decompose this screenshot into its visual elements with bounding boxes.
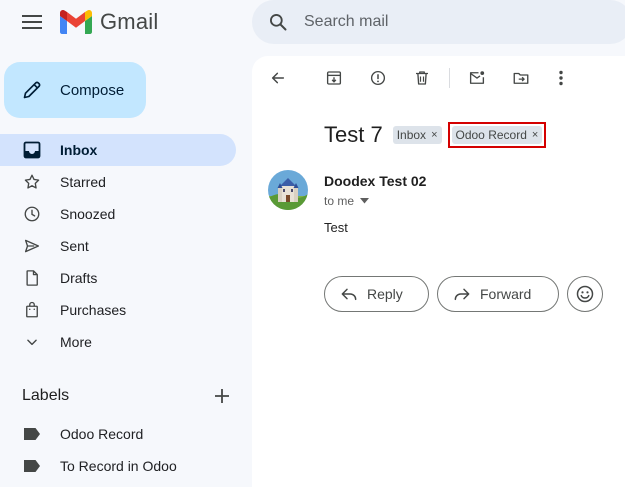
move-to-button[interactable] [509,66,533,90]
smiley-icon [576,285,594,303]
email-view: Test 7 Inbox × Odoo Record × Doodex Test… [252,56,625,487]
recipient-details-toggle[interactable]: to me [324,194,370,208]
remove-label-button[interactable]: × [532,129,538,141]
trash-icon [416,71,428,85]
sidebar-label-odoo-record[interactable]: Odoo Record [0,418,236,450]
reply-actions: Reply Forward [324,276,603,312]
delete-button[interactable] [410,66,434,90]
draft-icon [22,268,42,288]
sidebar-item-label: Purchases [60,302,127,318]
subject-row: Test 7 Inbox × Odoo Record × [324,122,547,148]
email-body: Test [324,220,348,235]
mark-unread-button[interactable] [465,66,489,90]
sender-avatar[interactable] [268,170,308,210]
sidebar-label-text: To Record in Odoo [60,458,177,474]
hamburger-menu-icon [22,15,42,29]
label-icon [22,424,42,444]
forward-icon [454,288,470,301]
plus-icon [215,389,229,403]
sidebar-item-label: Drafts [60,270,98,286]
more-options-button[interactable] [549,66,573,90]
archive-icon [326,71,342,85]
caret-down-icon [360,198,370,204]
app-name: Gmail [100,9,159,34]
highlight-box: Odoo Record × [447,122,547,148]
forward-button[interactable]: Forward [437,276,559,312]
label-chip-inbox: Inbox × [392,126,442,144]
more-vert-icon [559,70,563,86]
mark-unread-icon [469,71,485,84]
email-toolbar [266,66,573,90]
sidebar-label-to-record-in-odoo[interactable]: To Record in Odoo [0,450,236,482]
labels-list: Odoo Record To Record in Odoo [0,418,236,482]
archive-button[interactable] [322,66,346,90]
sidebar-item-label: More [60,334,92,350]
sidebar-item-label: Starred [60,174,106,190]
forward-label: Forward [480,286,532,302]
compose-label: Compose [60,81,125,99]
reply-icon [341,288,357,301]
sidebar-item-label: Sent [60,238,89,254]
toolbar-divider [449,68,450,88]
report-icon [370,70,386,86]
emoji-reaction-button[interactable] [567,276,603,312]
labels-header: Labels [22,384,234,408]
label-icon [22,456,42,476]
label-chip-odoo-record: Odoo Record × [451,126,543,144]
report-spam-button[interactable] [366,66,390,90]
sidebar-item-more[interactable]: More [0,326,236,358]
star-icon [22,172,42,192]
create-label-button[interactable] [210,384,234,408]
arrow-left-icon [271,72,285,84]
clock-icon [22,204,42,224]
sidebar-item-inbox[interactable]: Inbox [0,134,236,166]
shopping-bag-icon [22,300,42,320]
sidebar-item-label: Snoozed [60,206,116,222]
sidebar-item-snoozed[interactable]: Snoozed [0,198,236,230]
main-menu-button[interactable] [16,8,48,36]
sidebar-nav: Inbox Starred Snoozed Sent Drafts Purcha… [0,134,236,358]
back-button[interactable] [266,66,290,90]
labels-title: Labels [22,387,70,404]
search-bar[interactable] [252,0,625,44]
reply-label: Reply [367,286,403,302]
sender-name: Doodex Test 02 [324,173,427,189]
sidebar-item-drafts[interactable]: Drafts [0,262,236,294]
label-chip-text: Inbox [396,128,427,142]
move-to-folder-icon [513,72,529,84]
sidebar-item-purchases[interactable]: Purchases [0,294,236,326]
sidebar-label-text: Odoo Record [60,426,144,442]
search-icon[interactable] [268,12,288,32]
gmail-m-icon [60,10,92,34]
gmail-logo[interactable]: Gmail [60,8,158,36]
email-subject: Test 7 [324,122,383,147]
send-icon [22,236,42,256]
sidebar-item-label: Inbox [60,142,98,158]
search-input[interactable] [304,13,564,31]
pencil-icon [23,81,41,99]
label-chip-text: Odoo Record [455,128,527,142]
sidebar-item-sent[interactable]: Sent [0,230,236,262]
inbox-icon [22,140,42,160]
sidebar-item-starred[interactable]: Starred [0,166,236,198]
chevron-down-icon [22,332,42,352]
compose-button[interactable]: Compose [4,62,146,118]
recipient-text: to me [324,194,355,208]
reply-button[interactable]: Reply [324,276,429,312]
remove-label-button[interactable]: × [431,129,437,141]
